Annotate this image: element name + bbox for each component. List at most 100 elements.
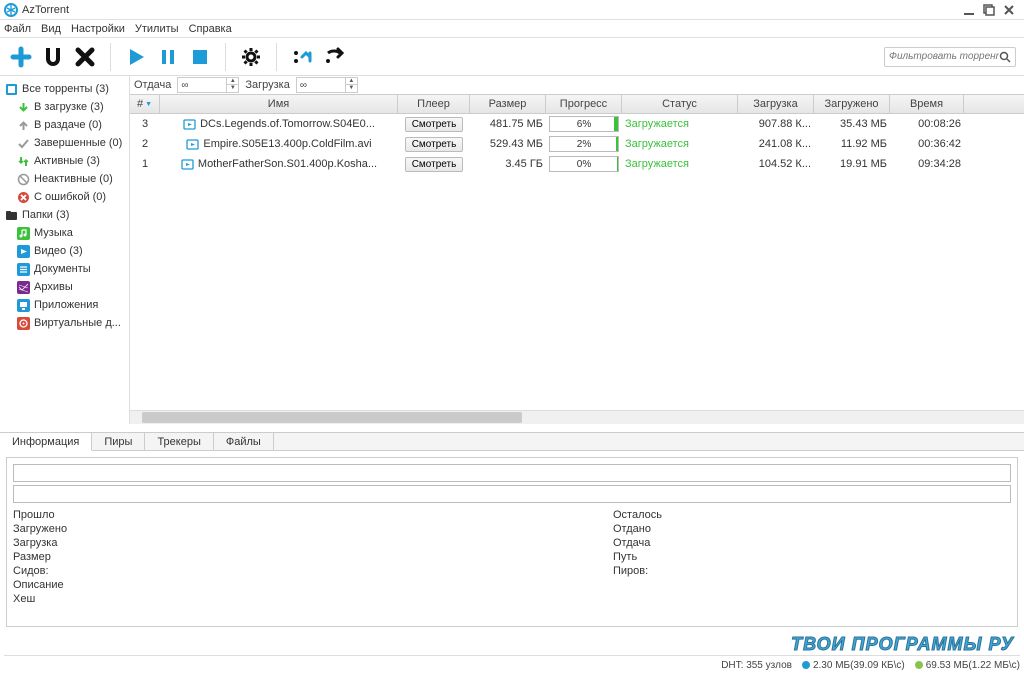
- watch-button[interactable]: Смотреть: [405, 137, 464, 152]
- sidebar-all-torrents[interactable]: Все торренты (3): [2, 80, 127, 98]
- status-bar: DHT: 355 узлов 2.30 МБ(39.09 КБ\с) 69.53…: [4, 655, 1020, 673]
- sidebar-virtual[interactable]: Виртуальные д...: [2, 314, 127, 332]
- video-file-icon: [181, 158, 194, 171]
- play-button[interactable]: [121, 42, 151, 72]
- col-downloaded[interactable]: Загружено: [814, 95, 890, 113]
- info-peers: Пиров:: [613, 565, 662, 577]
- minimize-button[interactable]: [962, 3, 976, 17]
- chevron-down-icon[interactable]: ▼: [346, 85, 357, 92]
- table-row[interactable]: 1MotherFatherSon.S01.400p.Kosha...Смотре…: [130, 154, 1024, 174]
- sidebar-downloading[interactable]: В загрузке (3): [2, 98, 127, 116]
- video-icon: [16, 244, 30, 258]
- chevron-down-icon[interactable]: ▼: [227, 85, 238, 92]
- menu-bar: Файл Вид Настройки Утилиты Справка: [0, 20, 1024, 38]
- col-player[interactable]: Плеер: [398, 95, 470, 113]
- music-icon: [16, 226, 30, 240]
- grid-body: 3DCs.Legends.of.Tomorrow.S04E0...Смотрет…: [130, 114, 1024, 410]
- info-path: Путь: [613, 551, 662, 563]
- add-magnet-button[interactable]: [38, 42, 68, 72]
- col-status[interactable]: Статус: [622, 95, 738, 113]
- stop-button[interactable]: [185, 42, 215, 72]
- sidebar-active[interactable]: Активные (3): [2, 152, 127, 170]
- downloading-icon: [16, 100, 30, 114]
- col-name[interactable]: Имя: [160, 95, 398, 113]
- close-button[interactable]: [1002, 3, 1016, 17]
- info-seeds: Сидов:: [13, 565, 573, 577]
- detail-tabs: Информация Пиры Трекеры Файлы: [0, 432, 1024, 451]
- upload-limit-spinner[interactable]: ∞ ▲▼: [177, 77, 239, 93]
- pause-button[interactable]: [153, 42, 183, 72]
- download-label: Загрузка: [245, 79, 289, 91]
- sidebar-inactive[interactable]: Неактивные (0): [2, 170, 127, 188]
- info-hash: Хеш: [13, 593, 573, 605]
- filter-input[interactable]: [889, 51, 999, 62]
- info-availability-bar: [13, 485, 1011, 503]
- apps-icon: [16, 298, 30, 312]
- info-remaining: Осталось: [613, 509, 662, 521]
- settings-button[interactable]: [236, 42, 266, 72]
- menu-view[interactable]: Вид: [41, 23, 61, 35]
- maximize-button[interactable]: [982, 3, 996, 17]
- toolbar: [0, 38, 1024, 76]
- active-icon: [16, 154, 30, 168]
- scrollbar-thumb[interactable]: [142, 412, 522, 423]
- watermark: ТВОИ ПРОГРАММЫ РУ: [791, 634, 1014, 655]
- remove-button[interactable]: [70, 42, 100, 72]
- title-bar: AzTorrent: [0, 0, 1024, 20]
- seeding-icon: [16, 118, 30, 132]
- tab-info[interactable]: Информация: [0, 433, 92, 451]
- error-icon: [16, 190, 30, 204]
- chevron-up-icon[interactable]: ▲: [227, 78, 238, 85]
- info-dl-speed: Загрузка: [13, 537, 573, 549]
- speed-limit-bar: Отдача ∞ ▲▼ Загрузка ∞ ▲▼: [130, 76, 1024, 94]
- sidebar-folders[interactable]: Папки (3): [2, 206, 127, 224]
- move-up-button[interactable]: [287, 42, 317, 72]
- tab-trackers[interactable]: Трекеры: [145, 433, 213, 450]
- move-down-button[interactable]: [319, 42, 349, 72]
- sidebar-completed[interactable]: Завершенные (0): [2, 134, 127, 152]
- completed-icon: [16, 136, 30, 150]
- sidebar-apps[interactable]: Приложения: [2, 296, 127, 314]
- col-number[interactable]: #: [130, 95, 160, 113]
- torrents-icon: [4, 82, 18, 96]
- sidebar-docs[interactable]: Документы: [2, 260, 127, 278]
- sidebar-music[interactable]: Музыка: [2, 224, 127, 242]
- filter-search-box[interactable]: [884, 47, 1016, 67]
- sidebar: Все торренты (3) В загрузке (3) В раздач…: [0, 76, 130, 424]
- col-size[interactable]: Размер: [470, 95, 546, 113]
- table-row[interactable]: 3DCs.Legends.of.Tomorrow.S04E0...Смотрет…: [130, 114, 1024, 134]
- menu-settings[interactable]: Настройки: [71, 23, 125, 35]
- folders-icon: [4, 208, 18, 222]
- tab-files[interactable]: Файлы: [214, 433, 274, 450]
- virtual-icon: [16, 316, 30, 330]
- grid-header: # Имя Плеер Размер Прогресс Статус Загру…: [130, 94, 1024, 114]
- col-progress[interactable]: Прогресс: [546, 95, 622, 113]
- menu-help[interactable]: Справка: [189, 23, 232, 35]
- app-logo-icon: [4, 3, 18, 17]
- docs-icon: [16, 262, 30, 276]
- sidebar-error[interactable]: С ошибкой (0): [2, 188, 127, 206]
- horizontal-scrollbar[interactable]: [130, 410, 1024, 424]
- menu-utils[interactable]: Утилиты: [135, 23, 179, 35]
- upload-label: Отдача: [134, 79, 171, 91]
- chevron-up-icon[interactable]: ▲: [346, 78, 357, 85]
- tab-peers[interactable]: Пиры: [92, 433, 145, 450]
- col-download-speed[interactable]: Загрузка: [738, 95, 814, 113]
- sidebar-seeding[interactable]: В раздаче (0): [2, 116, 127, 134]
- info-downloaded: Загружено: [13, 523, 573, 535]
- watch-button[interactable]: Смотреть: [405, 157, 464, 172]
- sidebar-archives[interactable]: Архивы: [2, 278, 127, 296]
- status-dht: DHT: 355 узлов: [721, 660, 792, 671]
- content-area: Отдача ∞ ▲▼ Загрузка ∞ ▲▼ # Имя Плеер Ра…: [130, 76, 1024, 424]
- table-row[interactable]: 2Empire.S05E13.400p.ColdFilm.aviСмотреть…: [130, 134, 1024, 154]
- app-title: AzTorrent: [22, 4, 962, 16]
- sidebar-video[interactable]: Видео (3): [2, 242, 127, 260]
- download-limit-spinner[interactable]: ∞ ▲▼: [296, 77, 358, 93]
- menu-file[interactable]: Файл: [4, 23, 31, 35]
- add-button[interactable]: [6, 42, 36, 72]
- video-file-icon: [186, 138, 199, 151]
- status-upload: 69.53 МБ(1.22 МБ\с): [915, 660, 1020, 671]
- status-download: 2.30 МБ(39.09 КБ\с): [802, 660, 905, 671]
- watch-button[interactable]: Смотреть: [405, 117, 464, 132]
- col-time[interactable]: Время: [890, 95, 964, 113]
